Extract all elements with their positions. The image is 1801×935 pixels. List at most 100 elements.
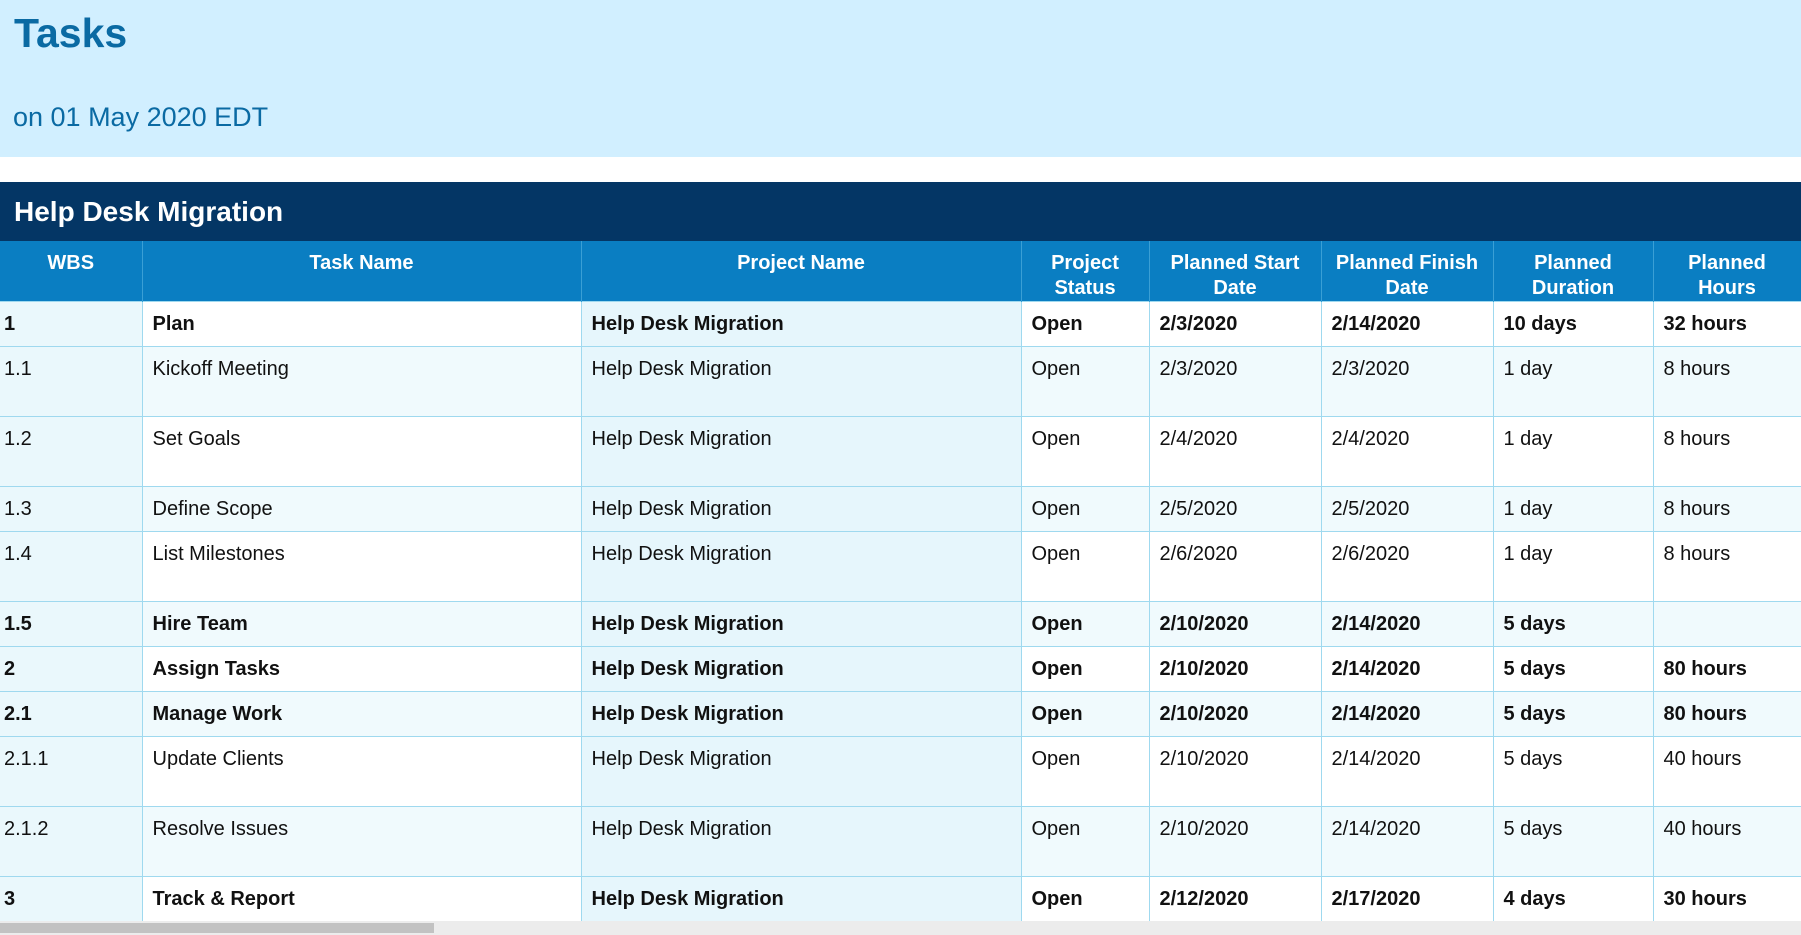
finish-cell: 2/14/2020 bbox=[1320, 646, 1494, 692]
hours-cell: 8 hours bbox=[1652, 346, 1801, 417]
project-cell: Help Desk Migration bbox=[580, 876, 1022, 921]
finish-cell: 2/4/2020 bbox=[1320, 416, 1494, 487]
start-cell: 2/10/2020 bbox=[1148, 646, 1322, 692]
duration-cell: 5 days bbox=[1492, 646, 1654, 692]
start-cell: 2/4/2020 bbox=[1148, 416, 1322, 487]
finish-cell: 2/14/2020 bbox=[1320, 601, 1494, 647]
task-cell: List Milestones bbox=[141, 531, 582, 602]
status-cell: Open bbox=[1020, 346, 1150, 417]
wbs-cell: 1.3 bbox=[0, 486, 143, 532]
wbs-cell: 1.5 bbox=[0, 601, 143, 647]
project-cell: Help Desk Migration bbox=[580, 646, 1022, 692]
task-row[interactable]: 1.1 Kickoff Meeting Help Desk Migration Ope… bbox=[0, 346, 1801, 417]
status-cell: Open bbox=[1020, 531, 1150, 602]
finish-cell: 2/14/2020 bbox=[1320, 691, 1494, 737]
task-cell: Manage Work bbox=[141, 691, 582, 737]
start-cell: 2/10/2020 bbox=[1148, 601, 1322, 647]
task-row[interactable]: 1 Plan Help Desk Migration Open 2/3/2020 2/14… bbox=[0, 301, 1801, 347]
wbs-cell: 3 bbox=[0, 876, 143, 921]
task-cell: Set Goals bbox=[141, 416, 582, 487]
task-cell: Plan bbox=[141, 301, 582, 347]
hours-cell: 30 hours bbox=[1652, 876, 1801, 921]
finish-cell: 2/17/2020 bbox=[1320, 876, 1494, 921]
status-cell: Open bbox=[1020, 876, 1150, 921]
start-cell: 2/10/2020 bbox=[1148, 736, 1322, 807]
project-group-header: Help Desk Migration bbox=[0, 182, 1801, 241]
status-cell: Open bbox=[1020, 416, 1150, 487]
task-row[interactable]: 1.5 Hire Team Help Desk Migration Open 2/10/… bbox=[0, 601, 1801, 647]
report-header: Tasks on 01 May 2020 EDT bbox=[0, 0, 1801, 157]
start-cell: 2/10/2020 bbox=[1148, 806, 1322, 877]
status-cell: Open bbox=[1020, 691, 1150, 737]
column-header-task[interactable]: Task Name bbox=[142, 241, 582, 302]
task-row[interactable]: 1.2 Set Goals Help Desk Migration Open 2/4/2… bbox=[0, 416, 1801, 487]
status-cell: Open bbox=[1020, 301, 1150, 347]
column-header-duration[interactable]: Planned Duration bbox=[1493, 241, 1654, 302]
status-cell: Open bbox=[1020, 601, 1150, 647]
start-cell: 2/6/2020 bbox=[1148, 531, 1322, 602]
column-header-start[interactable]: Planned Start Date bbox=[1149, 241, 1322, 302]
finish-cell: 2/14/2020 bbox=[1320, 736, 1494, 807]
finish-cell: 2/5/2020 bbox=[1320, 486, 1494, 532]
wbs-cell: 1.2 bbox=[0, 416, 143, 487]
task-cell: Update Clients bbox=[141, 736, 582, 807]
hours-cell bbox=[1652, 601, 1801, 647]
start-cell: 2/3/2020 bbox=[1148, 301, 1322, 347]
project-cell: Help Desk Migration bbox=[580, 531, 1022, 602]
task-cell: Resolve Issues bbox=[141, 806, 582, 877]
wbs-cell: 2 bbox=[0, 646, 143, 692]
task-row[interactable]: 2 Assign Tasks Help Desk Migration Open 2/10… bbox=[0, 646, 1801, 692]
task-row[interactable]: 1.4 List Milestones Help Desk Migration Ope… bbox=[0, 531, 1801, 602]
finish-cell: 2/14/2020 bbox=[1320, 301, 1494, 347]
hours-cell: 8 hours bbox=[1652, 416, 1801, 487]
task-cell: Define Scope bbox=[141, 486, 582, 532]
start-cell: 2/5/2020 bbox=[1148, 486, 1322, 532]
column-header-hours[interactable]: Planned Hours bbox=[1653, 241, 1801, 302]
task-row[interactable]: 2.1.1 Update Clients Help Desk Migration Op… bbox=[0, 736, 1801, 807]
column-header-wbs[interactable]: WBS bbox=[0, 241, 143, 302]
status-cell: Open bbox=[1020, 486, 1150, 532]
status-cell: Open bbox=[1020, 646, 1150, 692]
column-header-finish[interactable]: Planned Finish Date bbox=[1321, 241, 1494, 302]
scrollbar-thumb[interactable] bbox=[0, 923, 434, 933]
task-row[interactable]: 2.1.2 Resolve Issues Help Desk Migration Op… bbox=[0, 806, 1801, 877]
project-cell: Help Desk Migration bbox=[580, 486, 1022, 532]
start-cell: 2/10/2020 bbox=[1148, 691, 1322, 737]
task-row[interactable]: 2.1 Manage Work Help Desk Migration Open 2/1… bbox=[0, 691, 1801, 737]
project-cell: Help Desk Migration bbox=[580, 736, 1022, 807]
duration-cell: 1 day bbox=[1492, 531, 1654, 602]
wbs-cell: 1.4 bbox=[0, 531, 143, 602]
horizontal-scrollbar[interactable] bbox=[0, 921, 1801, 935]
duration-cell: 5 days bbox=[1492, 806, 1654, 877]
start-cell: 2/12/2020 bbox=[1148, 876, 1322, 921]
wbs-cell: 2.1.2 bbox=[0, 806, 143, 877]
task-row[interactable]: 3 Track & Report Help Desk Migration Open 2/… bbox=[0, 876, 1801, 921]
project-cell: Help Desk Migration bbox=[580, 416, 1022, 487]
hours-cell: 80 hours bbox=[1652, 691, 1801, 737]
hours-cell: 8 hours bbox=[1652, 486, 1801, 532]
report-date: on 01 May 2020 EDT bbox=[13, 102, 269, 132]
hours-cell: 32 hours bbox=[1652, 301, 1801, 347]
hours-cell: 40 hours bbox=[1652, 806, 1801, 877]
duration-cell: 1 day bbox=[1492, 416, 1654, 487]
tasks-table-container[interactable]: Help Desk Migration WBS Task Name Project … bbox=[0, 182, 1801, 921]
project-cell: Help Desk Migration bbox=[580, 346, 1022, 417]
column-header-project[interactable]: Project Name bbox=[581, 241, 1022, 302]
wbs-cell: 1 bbox=[0, 301, 143, 347]
project-cell: Help Desk Migration bbox=[580, 601, 1022, 647]
wbs-cell: 2.1 bbox=[0, 691, 143, 737]
task-row[interactable]: 1.3 Define Scope Help Desk Migration Open 2/… bbox=[0, 486, 1801, 532]
duration-cell: 5 days bbox=[1492, 601, 1654, 647]
wbs-cell: 2.1.1 bbox=[0, 736, 143, 807]
wbs-cell: 1.1 bbox=[0, 346, 143, 417]
finish-cell: 2/14/2020 bbox=[1320, 806, 1494, 877]
start-cell: 2/3/2020 bbox=[1148, 346, 1322, 417]
duration-cell: 10 days bbox=[1492, 301, 1654, 347]
task-cell: Assign Tasks bbox=[141, 646, 582, 692]
column-header-status[interactable]: Project Status bbox=[1021, 241, 1150, 302]
finish-cell: 2/6/2020 bbox=[1320, 531, 1494, 602]
hours-cell: 40 hours bbox=[1652, 736, 1801, 807]
status-cell: Open bbox=[1020, 806, 1150, 877]
task-rows: 1 Plan Help Desk Migration Open 2/3/2020 2/14… bbox=[0, 301, 1801, 921]
status-cell: Open bbox=[1020, 736, 1150, 807]
